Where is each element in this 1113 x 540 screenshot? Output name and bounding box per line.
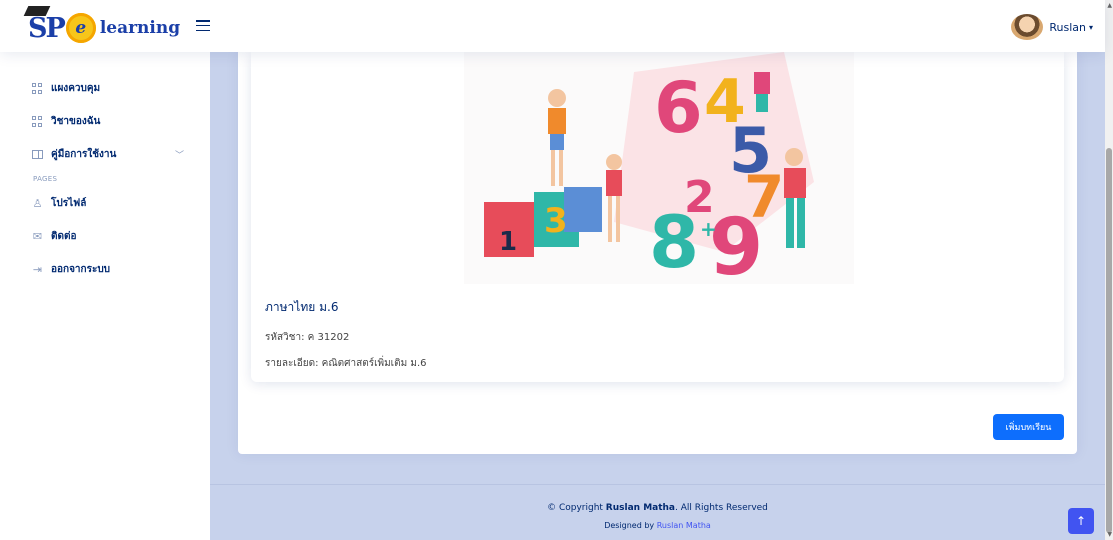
sidebar-item-label: คู่มือการใช้งาน: [51, 149, 117, 160]
back-to-top-button[interactable]: ↑: [1068, 508, 1094, 534]
pages-heading: PAGES: [33, 175, 58, 183]
course-code: รหัสวิชา: ค 31202: [265, 332, 350, 343]
number-glyph: 3: [544, 201, 568, 241]
top-header: SP e learning Ruslan ▾: [0, 0, 1105, 52]
footer: © Copyright Ruslan Matha. All Rights Res…: [210, 484, 1105, 540]
number-glyph: +: [700, 217, 717, 241]
user-menu[interactable]: Ruslan ▾: [1011, 14, 1093, 40]
numbers-kids-illustration: 1 6 3 4 5 7 8 9 2 +: [484, 52, 814, 284]
logout-icon: ⇥: [32, 263, 43, 276]
grid-icon: [32, 116, 43, 127]
logo-initials: SP: [28, 12, 66, 44]
main-content: 1 6 3 4 5 7 8 9 2 + ภาษาไทย ม.6 รหัสวิชา…: [210, 52, 1105, 540]
toggle-sidebar-icon[interactable]: [196, 20, 210, 31]
arrow-up-icon: ↑: [1075, 514, 1087, 528]
sidebar-item-my-courses[interactable]: วิชาของฉัน: [0, 105, 210, 138]
add-lesson-button[interactable]: เพิ่มบทเรียน: [993, 414, 1064, 440]
user-name: Ruslan: [1049, 20, 1086, 34]
sidebar-item-label: แผงควบคุม: [51, 83, 101, 94]
course-description: รายละเอียด: คณิตศาสตร์เพิ่มเติม ม.6: [265, 358, 427, 369]
envelope-icon: ✉: [32, 230, 43, 243]
sidebar-item-label: วิชาของฉัน: [51, 116, 101, 127]
course-section-card: 1 6 3 4 5 7 8 9 2 + ภาษาไทย ม.6 รหัสวิชา…: [238, 52, 1077, 454]
scrollbar-thumb[interactable]: [1106, 148, 1112, 533]
logo-mark: e: [75, 18, 87, 38]
course-card: 1 6 3 4 5 7 8 9 2 + ภาษาไทย ม.6 รหัสวิชา…: [251, 52, 1064, 382]
copyright-prefix: © Copyright: [547, 503, 606, 513]
designer-link[interactable]: Ruslan Matha: [657, 521, 711, 530]
chevron-down-icon[interactable]: ﹀: [175, 148, 184, 161]
sidebar-item-label: ออกจากระบบ: [51, 264, 111, 275]
person-icon: ♙: [32, 197, 43, 210]
sidebar-item-dashboard[interactable]: แผงควบคุม: [0, 72, 210, 105]
course-title: ภาษาไทย ม.6: [265, 300, 339, 314]
sidebar-item-manual[interactable]: คู่มือการใช้งาน ﹀: [0, 138, 210, 171]
designed-by-label: Designed by: [604, 521, 657, 530]
scroll-up-icon[interactable]: ▲: [1107, 2, 1112, 9]
book-icon: [32, 149, 43, 160]
grid-icon: [32, 83, 43, 94]
designed-by: Designed by Ruslan Matha: [210, 521, 1105, 530]
copyright-owner: Ruslan Matha: [605, 503, 676, 513]
scrollbar[interactable]: ▲ ▼: [1105, 0, 1113, 540]
number-glyph: 1: [499, 227, 517, 257]
scroll-down-icon[interactable]: ▼: [1107, 531, 1112, 538]
graduation-cap-icon: [23, 6, 51, 16]
copyright: © Copyright Ruslan Matha. All Rights Res…: [210, 503, 1105, 513]
logo[interactable]: SP e learning: [23, 6, 181, 44]
sidebar-item-logout[interactable]: ⇥ ออกจากระบบ: [0, 253, 210, 286]
sun-logo-icon: e: [65, 13, 96, 43]
caret-down-icon: ▾: [1088, 22, 1093, 32]
sidebar-item-contact[interactable]: ✉ ติดต่อ: [0, 220, 210, 253]
avatar: [1011, 14, 1044, 40]
sidebar-item-label: ติดต่อ: [51, 231, 77, 242]
number-glyph: 6: [654, 67, 703, 149]
number-glyph: 9: [709, 203, 763, 284]
logo-text: learning: [99, 18, 181, 38]
number-glyph: 2: [684, 172, 715, 223]
sidebar: แผงควบคุม วิชาของฉัน คู่มือการใช้งาน ﹀ P…: [0, 52, 210, 540]
sidebar-item-profile[interactable]: ♙ โปรไฟล์: [0, 187, 210, 220]
copyright-suffix: . All Rights Reserved: [675, 503, 768, 513]
sidebar-item-label: โปรไฟล์: [51, 198, 87, 209]
course-image: 1 6 3 4 5 7 8 9 2 +: [464, 52, 854, 284]
